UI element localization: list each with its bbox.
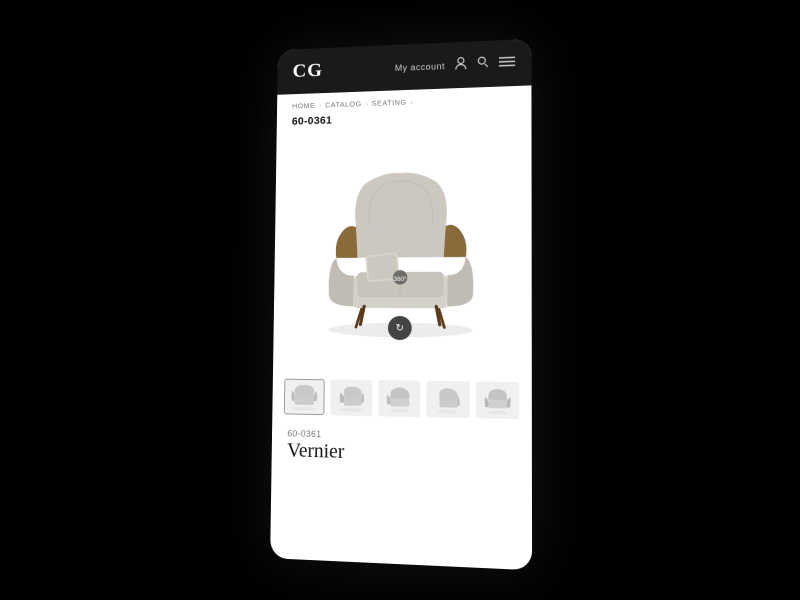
- header-actions: My account: [395, 54, 515, 76]
- rotate-360-button[interactable]: ↻: [388, 316, 412, 340]
- thumbnail-2[interactable]: [331, 379, 373, 416]
- thumbnail-1[interactable]: [284, 379, 325, 416]
- logo[interactable]: CG: [292, 60, 322, 83]
- product-image-container: 360° ↻: [273, 128, 532, 372]
- thumbnail-3[interactable]: [378, 380, 421, 417]
- svg-text:360°: 360°: [394, 276, 408, 283]
- thumbnail-5[interactable]: [476, 381, 520, 419]
- product-info: 60-0361 Vernier: [272, 424, 532, 474]
- user-icon[interactable]: [455, 56, 467, 73]
- breadcrumb-home[interactable]: HOME: [292, 101, 315, 110]
- breadcrumb-sep-2: ›: [366, 100, 368, 108]
- breadcrumb-sep-1: ›: [319, 101, 321, 109]
- rotate-icon: ↻: [396, 322, 404, 333]
- my-account-label[interactable]: My account: [395, 61, 445, 73]
- search-icon[interactable]: [477, 55, 489, 72]
- breadcrumb-sep-3: ›: [411, 98, 413, 106]
- breadcrumb-catalog[interactable]: CATALOG: [325, 99, 362, 109]
- product-name: Vernier: [287, 439, 515, 469]
- breadcrumb-seating[interactable]: SEATING: [372, 98, 407, 108]
- thumbnail-4[interactable]: [426, 381, 469, 418]
- thumbnail-strip: [272, 369, 532, 430]
- phone-screen: CG My account: [270, 39, 532, 570]
- menu-icon[interactable]: [499, 55, 515, 71]
